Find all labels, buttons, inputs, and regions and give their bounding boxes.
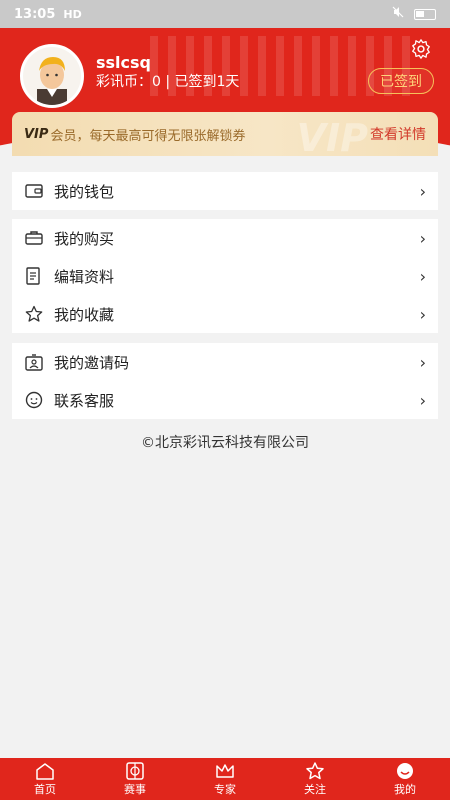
vip-badge: VIP [24,126,49,142]
briefcase-icon [24,228,44,248]
menu-item-label: 我的收藏 [54,305,115,324]
star-icon [304,761,326,780]
battery-icon [414,8,436,20]
network-indicator: HD [63,7,82,21]
menu-group-account: 我的购买 › 编辑资料 › 我的收藏 › [12,219,438,333]
menu-item-invite-code[interactable]: 我的邀请码 › [12,343,438,381]
mute-icon [392,6,404,22]
menu-item-wallet[interactable]: 我的钱包 › [12,172,438,210]
vip-banner[interactable]: VIP VIP 会员，每天最高可得无限张解锁券 查看详情 [12,112,438,156]
chevron-right-icon: › [419,266,426,286]
vip-watermark: VIP [296,116,368,156]
menu-item-label: 我的购买 [54,229,115,248]
menu-item-label: 我的钱包 [54,182,115,201]
menu-item-customer-service[interactable]: 联系客服 › [12,381,438,419]
settings-icon[interactable] [410,38,432,60]
crown-icon [214,762,236,780]
coins-info: 彩讯币：0 | 已签到1天 [96,74,240,90]
tab-label: 赛事 [124,782,146,796]
menu-item-edit-profile[interactable]: 编辑资料 › [12,257,438,295]
match-icon [124,761,146,780]
menu-item-label: 联系客服 [54,391,115,410]
tab-label: 首页 [34,782,56,796]
chevron-right-icon: › [419,304,426,324]
chevron-right-icon: › [419,352,426,372]
bottom-tab-bar: 首页 赛事 专家 关注 我的 [0,758,450,800]
menu-group-wallet: 我的钱包 › [12,172,438,210]
tab-label: 专家 [214,782,236,796]
menu-item-label: 我的邀请码 [54,353,130,372]
clock: 13:05 [14,6,56,22]
tab-home[interactable]: 首页 [0,758,90,800]
copyright-text: ©北京彩讯云科技有限公司 [141,435,309,451]
chevron-right-icon: › [419,390,426,410]
menu-item-purchases[interactable]: 我的购买 › [12,219,438,257]
tab-label: 关注 [304,782,326,796]
tab-follow[interactable]: 关注 [270,758,360,800]
status-bar: 13:05 HD [0,0,450,28]
chevron-right-icon: › [419,228,426,248]
home-icon [34,762,56,780]
menu-item-label: 编辑资料 [54,267,115,286]
tab-matches[interactable]: 赛事 [90,758,180,800]
chevron-right-icon: › [419,181,426,201]
profile-icon [394,762,416,780]
avatar[interactable] [20,44,84,108]
menu-group-support: 我的邀请码 › 联系客服 › [12,343,438,419]
tab-mine[interactable]: 我的 [360,758,450,800]
view-details-link[interactable]: 查看详情 [370,124,426,144]
invite-code-icon [24,352,44,372]
vip-description: 会员，每天最高可得无限张解锁券 [50,128,246,144]
signed-in-button[interactable]: 已签到 [368,68,434,94]
wallet-icon [24,181,44,201]
username: sslcsq [96,53,151,72]
star-icon [24,304,44,324]
menu-item-favorites[interactable]: 我的收藏 › [12,295,438,333]
tab-label: 我的 [394,782,416,796]
tab-experts[interactable]: 专家 [180,758,270,800]
edit-profile-icon [24,266,44,286]
customer-service-icon [24,390,44,410]
